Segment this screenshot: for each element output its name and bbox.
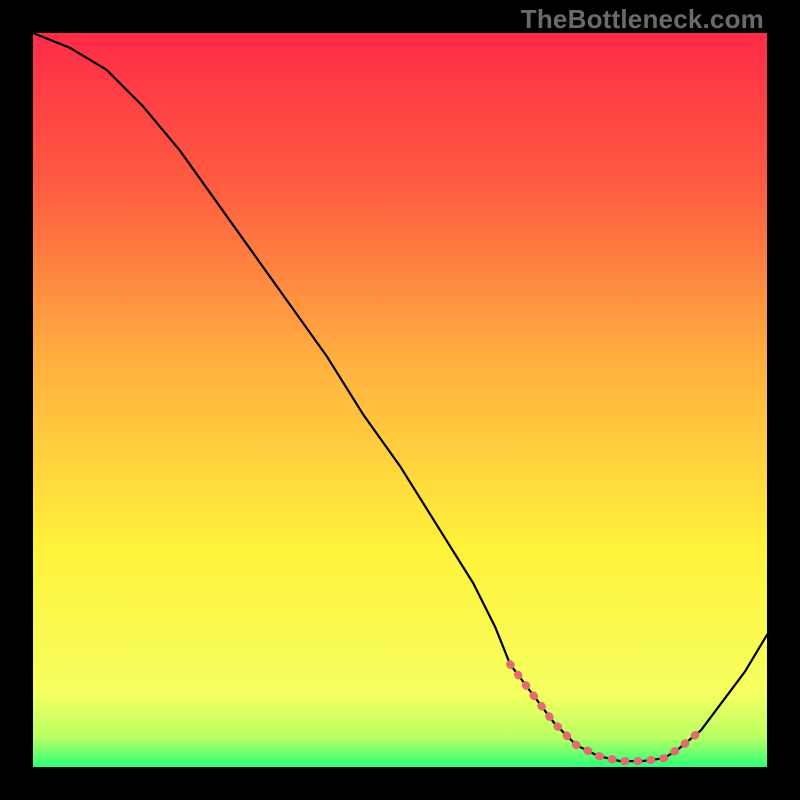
watermark-text: TheBottleneck.com — [521, 4, 764, 35]
chart-plot-area — [33, 33, 767, 767]
gradient-background — [33, 33, 767, 767]
chart-svg — [33, 33, 767, 767]
chart-outer-frame: TheBottleneck.com — [0, 0, 800, 800]
